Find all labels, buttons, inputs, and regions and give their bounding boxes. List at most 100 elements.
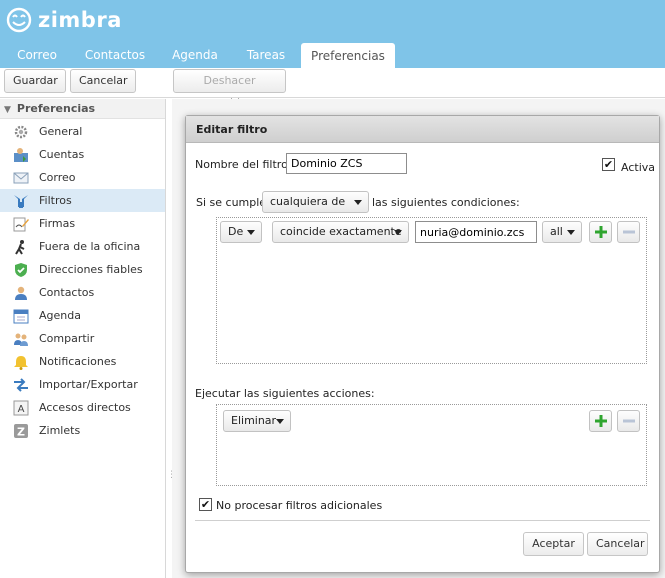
sidebar-item-label: Compartir: [39, 332, 95, 345]
add-condition-button[interactable]: [589, 221, 612, 243]
tab-contactos[interactable]: Contactos: [78, 44, 152, 68]
chevron-down-icon: [567, 230, 575, 235]
sidebar-item-label: Contactos: [39, 286, 95, 299]
sidebar-item-label: Filtros: [39, 194, 72, 207]
tab-agenda[interactable]: Agenda: [165, 44, 225, 68]
sidebar-header[interactable]: ▼ Preferencias: [0, 99, 165, 119]
save-button[interactable]: Guardar: [4, 69, 66, 93]
svg-text:A: A: [18, 404, 25, 415]
sidebar-item-label: Accesos directos: [39, 401, 131, 414]
sidebar-item-cuentas[interactable]: Cuentas: [0, 143, 165, 166]
sidebar-item-direcciones-fiables[interactable]: Direcciones fiables: [0, 258, 165, 281]
condition-scope-value: all: [550, 225, 563, 238]
action-select[interactable]: Eliminar: [223, 410, 291, 432]
condition-scope-select[interactable]: all: [542, 221, 582, 243]
undo-changes-button[interactable]: Deshacer cambios: [173, 69, 286, 109]
filter-name-label: Nombre del filtro:: [195, 158, 292, 171]
sidebar-item-agenda[interactable]: Agenda: [0, 304, 165, 327]
plus-icon: [594, 226, 607, 238]
import-export-icon: [14, 377, 28, 392]
conditions-label: las siguientes condiciones:: [372, 196, 520, 209]
minus-icon: [622, 419, 635, 423]
active-label: Activa: [621, 161, 655, 174]
sidebar-item-label: Zimlets: [39, 424, 81, 437]
condition-value-input[interactable]: [415, 221, 537, 243]
app-tabs: Correo Contactos Agenda Tareas Preferenc…: [0, 40, 665, 68]
cancel-button[interactable]: Cancelar: [70, 69, 136, 93]
sidebar-item-label: Fuera de la oficina: [39, 240, 141, 253]
shield-check-icon: [15, 262, 27, 277]
sidebar-item-contactos[interactable]: Contactos: [0, 281, 165, 304]
zimlet-icon: Z: [14, 423, 28, 438]
sidebar-item-correo[interactable]: Correo: [0, 166, 165, 189]
dialog-cancel-button[interactable]: Cancelar: [587, 532, 648, 556]
bell-icon: [14, 355, 28, 370]
preferences-sidebar: ▼ Preferencias General Cuentas Correo Fil…: [0, 99, 166, 578]
svg-text:Z: Z: [17, 425, 25, 438]
condition-operator-select[interactable]: coincide exactamente: [272, 221, 409, 243]
active-checkbox[interactable]: ✔: [602, 158, 615, 171]
actions-label: Ejecutar las siguientes acciones:: [195, 387, 375, 400]
filter-name-input[interactable]: [286, 153, 407, 174]
tab-tareas[interactable]: Tareas: [238, 44, 294, 68]
remove-action-button[interactable]: [617, 410, 640, 432]
condition-field-select[interactable]: De: [220, 221, 262, 243]
sidebar-item-label: Direcciones fiables: [39, 263, 143, 276]
keyboard-shortcut-icon: A: [13, 400, 29, 415]
sidebar-item-label: Cuentas: [39, 148, 85, 161]
action-value: Eliminar: [231, 414, 277, 427]
accept-button[interactable]: Aceptar: [523, 532, 584, 556]
dialog-title: Editar filtro: [186, 116, 659, 143]
sidebar-item-zimlets[interactable]: Z Zimlets: [0, 419, 165, 442]
chevron-down-icon: [276, 419, 284, 424]
match-type-select[interactable]: cualquiera de: [262, 191, 369, 213]
sidebar-item-firmas[interactable]: Firmas: [0, 212, 165, 235]
envelope-icon: [13, 172, 29, 183]
sidebar-item-notificaciones[interactable]: Notificaciones: [0, 350, 165, 373]
collapse-triangle-icon[interactable]: ▼: [4, 105, 11, 115]
sidebar-item-label: Agenda: [39, 309, 81, 322]
sidebar-item-fuera-de-la-oficina[interactable]: Fuera de la oficina: [0, 235, 165, 258]
contact-icon: [15, 286, 27, 300]
share-icon: [14, 333, 28, 346]
gear-icon: [14, 125, 28, 138]
minus-icon: [622, 230, 635, 234]
sidebar-item-general[interactable]: General: [0, 120, 165, 143]
top-banner: zimbra Correo Contactos Agenda Tareas Pr…: [0, 0, 665, 68]
sidebar-item-accesos-directos[interactable]: A Accesos directos: [0, 396, 165, 419]
zimbra-logo-icon: [6, 7, 32, 33]
if-matches-label: Si se cumple: [196, 196, 267, 209]
sidebar-item-filtros[interactable]: Filtros: [0, 189, 165, 212]
out-of-office-icon: [15, 239, 25, 255]
sidebar-item-label: Correo: [39, 171, 76, 184]
sidebar-item-importar-exportar[interactable]: Importar/Exportar: [0, 373, 165, 396]
sidebar-item-label: Notificaciones: [39, 355, 117, 368]
sidebar-item-label: Importar/Exportar: [39, 378, 138, 391]
filter-icon: [14, 194, 28, 208]
match-type-value: cualquiera de: [270, 195, 346, 208]
sidebar-item-label: Firmas: [39, 217, 76, 230]
sidebar-item-label: General: [39, 125, 83, 138]
chevron-down-icon: [394, 230, 402, 235]
tab-correo[interactable]: Correo: [6, 44, 68, 68]
chevron-down-icon: [247, 230, 255, 235]
remove-condition-button[interactable]: [617, 221, 640, 243]
signature-icon: [13, 217, 29, 231]
toolbar: Guardar Cancelar Deshacer cambios: [0, 68, 665, 109]
edit-filter-dialog: Editar filtro Nombre del filtro: ✔ Activ…: [185, 115, 660, 573]
condition-field-value: De: [228, 225, 244, 238]
chevron-down-icon: [354, 200, 362, 205]
add-action-button[interactable]: [589, 410, 612, 432]
sidebar-item-compartir[interactable]: Compartir: [0, 327, 165, 350]
tab-preferencias[interactable]: Preferencias: [301, 43, 395, 68]
stop-processing-label: No procesar filtros adicionales: [216, 499, 383, 512]
sidebar-header-label: Preferencias: [16, 102, 96, 115]
dialog-separator: [195, 520, 650, 521]
condition-operator-value: coincide exactamente: [280, 225, 402, 238]
app-name: zimbra: [38, 8, 122, 32]
stop-processing-checkbox[interactable]: ✔: [199, 498, 212, 511]
accounts-icon: [14, 147, 28, 162]
zimbra-logo: zimbra: [5, 6, 122, 34]
calendar-icon: [13, 309, 29, 323]
plus-icon: [594, 415, 607, 427]
